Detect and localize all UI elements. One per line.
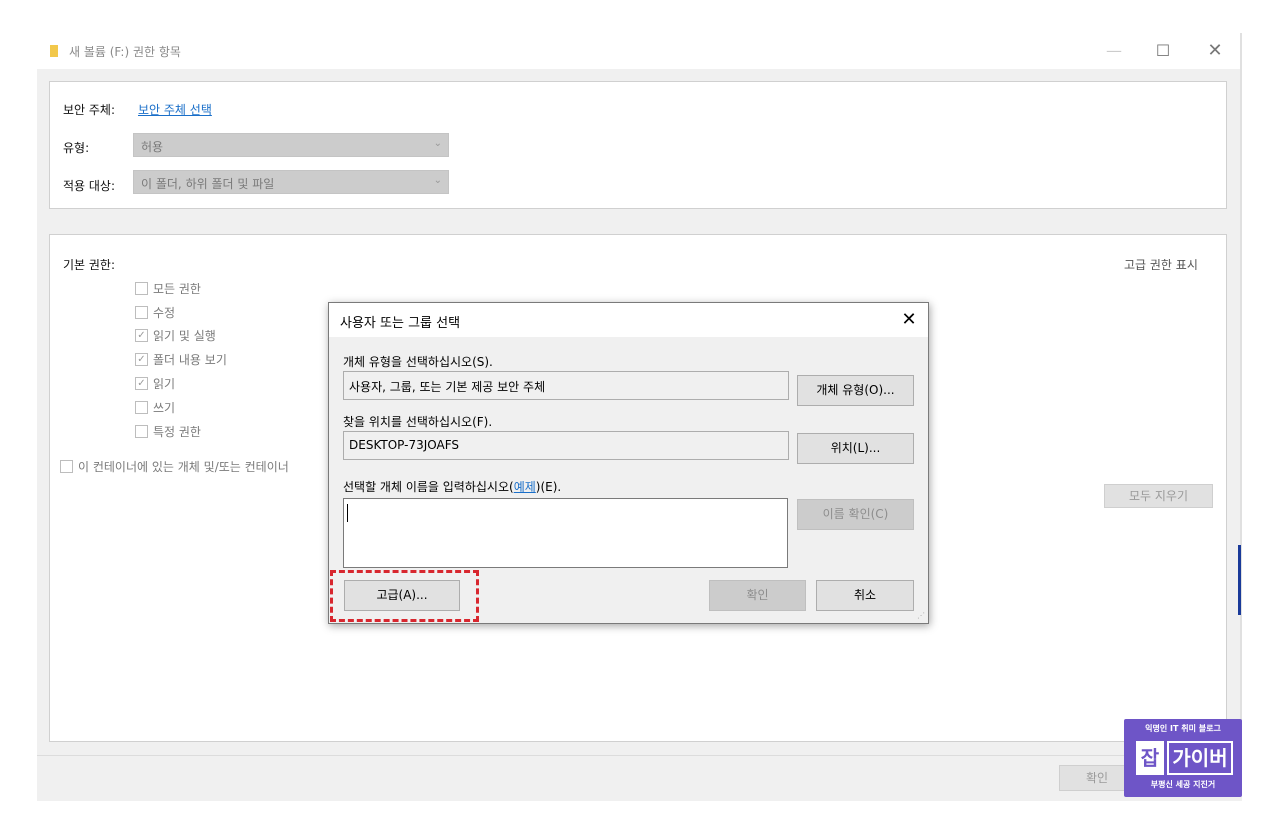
basic-permissions-title: 기본 권한: xyxy=(63,258,116,272)
checkbox-checked[interactable]: ✓ xyxy=(135,329,148,342)
type-select[interactable]: 허용 ⌄ xyxy=(133,133,449,157)
background-window-edge xyxy=(1238,545,1241,615)
maximize-button[interactable]: ☐ xyxy=(1148,39,1178,63)
applies-to-select[interactable]: 이 폴더, 하위 폴더 및 파일 ⌄ xyxy=(133,170,449,194)
window-title: 새 볼륨 (F:) 권한 항목 xyxy=(69,45,181,59)
watermark-mark: 잡 xyxy=(1136,741,1164,775)
select-principal-link[interactable]: 보안 주체 선택 xyxy=(138,101,212,118)
checkbox-checked[interactable]: ✓ xyxy=(135,377,148,390)
minimize-button[interactable]: — xyxy=(1099,39,1129,63)
principal-group: 보안 주체: 보안 주체 선택 유형: 허용 ⌄ 적용 대상: 이 폴더, 하위… xyxy=(49,81,1227,209)
type-select-value: 허용 xyxy=(141,140,164,154)
watermark-bottom-text: 부평신 세공 지진거 xyxy=(1150,780,1216,789)
text-caret xyxy=(347,504,348,522)
resize-grip-icon[interactable]: ⋰ xyxy=(917,611,925,620)
location-value: DESKTOP-73JOAFS xyxy=(349,438,460,452)
enter-names-suffix: )(E). xyxy=(535,480,562,494)
permission-label: 수정 xyxy=(153,306,176,320)
apply-within-container-label: 이 컨테이너에 있는 개체 및/또는 컨테이너 xyxy=(78,460,289,474)
object-type-field: 사용자, 그룹, 또는 기본 제공 보안 주체 xyxy=(343,371,789,400)
principal-label: 보안 주체: xyxy=(63,103,116,117)
checkbox[interactable] xyxy=(60,460,73,473)
examples-link[interactable]: 예제 xyxy=(514,480,536,494)
enter-object-names-label: 선택할 개체 이름을 입력하십시오(예제)(E). xyxy=(343,478,561,495)
clear-all-button[interactable]: 모두 지우기 xyxy=(1104,484,1213,508)
applies-to-label: 적용 대상: xyxy=(63,179,116,193)
watermark-main-text: 가이버 xyxy=(1167,741,1233,775)
blog-watermark-logo: 익명인 IT 취미 블로그 잡 가이버 부평신 세공 지진거 xyxy=(1124,719,1242,797)
window-close-button[interactable]: ✕ xyxy=(1200,39,1230,63)
location-field: DESKTOP-73JOAFS xyxy=(343,431,789,460)
checkbox[interactable] xyxy=(135,306,148,319)
permission-label: 읽기 및 실행 xyxy=(153,329,216,343)
permission-label: 특정 권한 xyxy=(153,425,201,439)
object-names-input[interactable] xyxy=(343,498,788,568)
location-label: 찾을 위치를 선택하십시오(F). xyxy=(343,415,493,429)
watermark-top-text: 익명인 IT 취미 블로그 xyxy=(1145,724,1221,733)
dialog-close-button[interactable]: ✕ xyxy=(897,308,921,332)
object-type-label: 개체 유형을 선택하십시오(S). xyxy=(343,355,493,369)
permission-label: 읽기 xyxy=(153,377,176,391)
applies-to-select-value: 이 폴더, 하위 폴더 및 파일 xyxy=(141,177,275,191)
chevron-down-icon: ⌄ xyxy=(433,138,442,149)
advanced-button-highlight xyxy=(330,570,479,622)
dialog-title-bar: 사용자 또는 그룹 선택 ✕ xyxy=(329,303,928,337)
checkbox[interactable] xyxy=(135,282,148,295)
object-type-value: 사용자, 그룹, 또는 기본 제공 보안 주체 xyxy=(349,380,546,394)
dialog-title: 사용자 또는 그룹 선택 xyxy=(340,316,461,331)
permission-label: 쓰기 xyxy=(153,401,176,415)
folder-icon xyxy=(50,45,58,57)
enter-names-prefix: 선택할 개체 이름을 입력하십시오( xyxy=(343,480,514,494)
permission-label: 모든 권한 xyxy=(153,282,201,296)
checkbox[interactable] xyxy=(135,401,148,414)
locations-button[interactable]: 위치(L)... xyxy=(797,433,914,464)
chevron-down-icon: ⌄ xyxy=(433,175,442,186)
checkbox[interactable] xyxy=(135,425,148,438)
type-label: 유형: xyxy=(63,141,90,155)
check-names-button[interactable]: 이름 확인(C) xyxy=(797,499,914,530)
checkbox-checked[interactable]: ✓ xyxy=(135,353,148,366)
window-edge xyxy=(1240,33,1242,801)
dialog-cancel-button[interactable]: 취소 xyxy=(816,580,914,611)
dialog-ok-button[interactable]: 확인 xyxy=(709,580,806,611)
object-types-button[interactable]: 개체 유형(O)... xyxy=(797,375,914,406)
window-title-bar: 새 볼륨 (F:) 권한 항목 — ☐ ✕ xyxy=(37,33,1242,69)
show-advanced-permissions-link[interactable]: 고급 권한 표시 xyxy=(1124,256,1198,273)
window-footer: 확인 xyxy=(37,755,1242,801)
permission-label: 폴더 내용 보기 xyxy=(153,353,227,367)
